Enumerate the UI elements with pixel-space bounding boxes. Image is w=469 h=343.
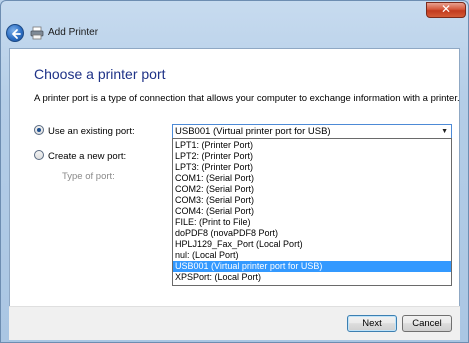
port-option[interactable]: doPDF8 (novaPDF8 Port) — [173, 228, 451, 239]
existing-port-value: USB001 (Virtual printer port for USB) — [175, 126, 331, 137]
port-option[interactable]: LPT3: (Printer Port) — [173, 162, 451, 173]
page-heading: Choose a printer port — [34, 66, 166, 82]
use-existing-port-label: Use an existing port: — [48, 126, 135, 137]
port-dropdown-list: LPT1: (Printer Port) LPT2: (Printer Port)… — [172, 138, 452, 286]
port-option[interactable]: nul: (Local Port) — [173, 250, 451, 261]
printer-icon — [30, 26, 44, 40]
create-new-port-option[interactable]: Create a new port: — [34, 150, 126, 162]
next-button[interactable]: Next — [347, 315, 397, 332]
port-option[interactable]: HPLJ129_Fax_Port (Local Port) — [173, 239, 451, 250]
port-option[interactable]: COM1: (Serial Port) — [173, 173, 451, 184]
port-option[interactable]: COM2: (Serial Port) — [173, 184, 451, 195]
port-option[interactable]: XPSPort: (Local Port) — [173, 272, 451, 283]
use-existing-port-radio[interactable] — [34, 125, 44, 135]
port-option[interactable]: LPT1: (Printer Port) — [173, 140, 451, 151]
use-existing-port-option[interactable]: Use an existing port: — [34, 125, 135, 137]
type-of-port-label: Type of port: — [62, 171, 115, 182]
back-arrow-icon — [12, 29, 21, 39]
port-option[interactable]: USB001 (Virtual printer port for USB) — [173, 261, 451, 272]
existing-port-select[interactable]: USB001 (Virtual printer port for USB) ▼ — [172, 124, 452, 139]
port-option[interactable]: COM4: (Serial Port) — [173, 206, 451, 217]
page-description: A printer port is a type of connection t… — [34, 93, 460, 104]
content-panel: Choose a printer port A printer port is … — [9, 48, 460, 340]
create-new-port-label: Create a new port: — [48, 151, 127, 162]
back-button[interactable] — [6, 24, 24, 42]
port-option[interactable]: LPT2: (Printer Port) — [173, 151, 451, 162]
close-icon: ✕ — [440, 2, 452, 16]
create-new-port-radio[interactable] — [34, 150, 44, 160]
port-option[interactable]: COM3: (Serial Port) — [173, 195, 451, 206]
port-option[interactable]: FILE: (Print to File) — [173, 217, 451, 228]
wizard-footer: Next Cancel — [9, 306, 460, 340]
cancel-button[interactable]: Cancel — [402, 315, 452, 332]
close-button[interactable]: ✕ — [426, 2, 466, 18]
wizard-title: Add Printer — [48, 27, 99, 38]
chevron-down-icon[interactable]: ▼ — [441, 125, 448, 138]
